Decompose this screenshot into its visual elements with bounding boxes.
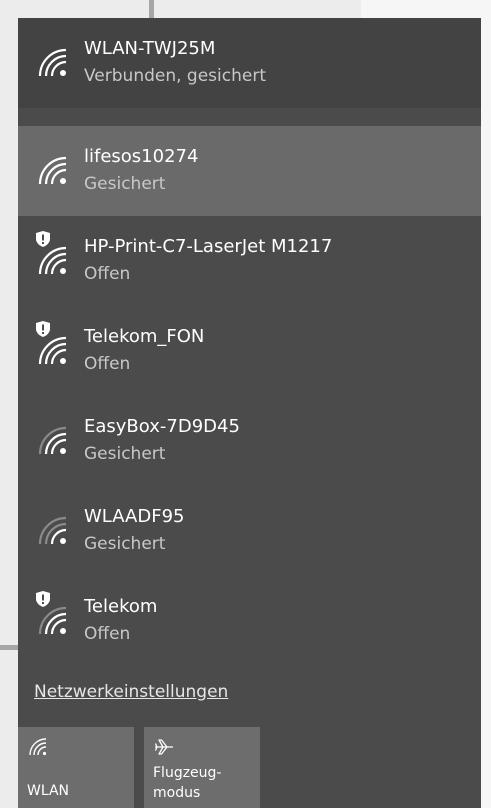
wlan-toggle-label: WLAN — [27, 783, 70, 799]
network-item[interactable]: Telekom_FON Offen — [18, 306, 481, 396]
wifi-icon — [38, 156, 67, 185]
network-name: WLAADF95 — [84, 506, 185, 527]
network-status: Gesichert — [84, 534, 166, 554]
network-item[interactable]: HP-Print-C7-LaserJet M1217 Offen — [18, 216, 481, 306]
network-flyout: WLAN-TWJ25M Verbunden, gesichert lifesos… — [18, 18, 481, 808]
wifi-icon — [38, 336, 67, 365]
network-name: EasyBox-7D9D45 — [84, 416, 240, 437]
wifi-icon — [38, 246, 67, 275]
airplane-mode-label-line1: Flugzeug- — [153, 765, 222, 781]
network-item[interactable]: WLAADF95 Gesichert — [18, 486, 481, 576]
airplane-icon — [154, 739, 173, 755]
network-item[interactable]: lifesos10274 Gesichert — [18, 126, 481, 216]
wifi-icon — [38, 606, 67, 635]
network-status: Offen — [84, 624, 131, 644]
wlan-toggle-button[interactable]: WLAN — [18, 727, 134, 808]
network-status: Verbunden, gesichert — [84, 66, 266, 86]
airplane-mode-label-line2: modus — [153, 785, 201, 801]
network-status: Offen — [84, 264, 131, 284]
network-name: Telekom_FON — [84, 326, 205, 347]
network-status: Gesichert — [84, 174, 166, 194]
network-settings-link[interactable]: Netzwerkeinstellungen — [34, 682, 228, 702]
wifi-icon — [38, 48, 67, 77]
network-name: Telekom — [84, 596, 158, 617]
network-status: Gesichert — [84, 444, 166, 464]
network-name: WLAN-TWJ25M — [84, 38, 216, 59]
network-item[interactable]: WLAN-TWJ25M Verbunden, gesichert — [18, 18, 481, 108]
screen: WLAN-TWJ25M Verbunden, gesichert lifesos… — [0, 0, 491, 808]
wifi-icon — [38, 516, 67, 545]
network-name: lifesos10274 — [84, 146, 199, 167]
airplane-mode-button[interactable]: Flugzeug- modus — [144, 727, 260, 808]
wifi-icon — [29, 738, 47, 756]
wifi-icon — [38, 426, 67, 455]
network-status: Offen — [84, 354, 131, 374]
network-item[interactable]: Telekom Offen — [18, 576, 481, 666]
network-name: HP-Print-C7-LaserJet M1217 — [84, 236, 333, 257]
network-item[interactable]: EasyBox-7D9D45 Gesichert — [18, 396, 481, 486]
